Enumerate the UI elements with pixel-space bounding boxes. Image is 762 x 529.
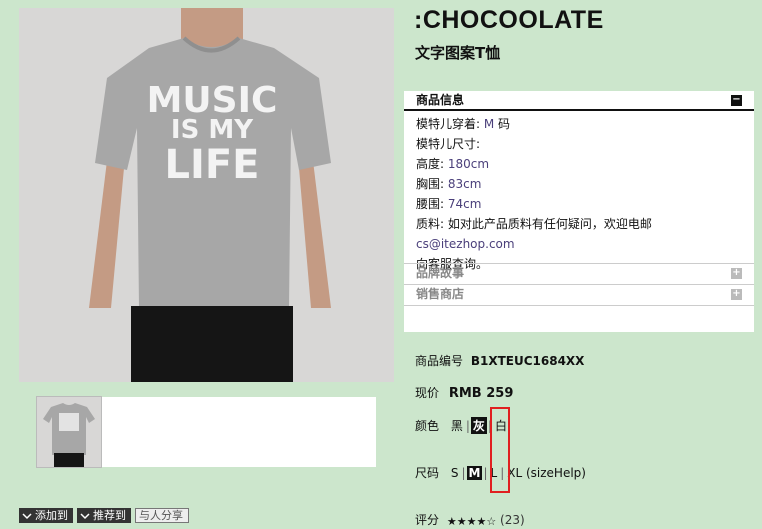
product-main-image[interactable]: MUSIC IS MY LIFE — [19, 8, 394, 382]
shirt-print-line-2: IS MY — [171, 115, 254, 145]
share-button[interactable]: 与人分享 — [135, 508, 189, 523]
product-photo-illustration: MUSIC IS MY LIFE — [19, 8, 394, 382]
chevron-down-icon — [80, 512, 90, 519]
rating-stars: ★ ★ ★ ★ ☆ — [447, 516, 496, 527]
star-empty-icon: ☆ — [486, 515, 497, 528]
sku-label: 商品编号 — [415, 354, 464, 368]
info-line-height: 高度: 180cm — [416, 157, 490, 171]
color-option-grey[interactable]: 灰 — [470, 417, 487, 434]
rating-row: 评分 ★ ★ ★ ★ ☆ (23) — [415, 511, 525, 528]
info-line-model-wearing: 模特儿穿着: M 码 — [416, 117, 511, 131]
stores-section[interactable]: 销售商店 + — [404, 284, 754, 306]
thumbnail-strip — [36, 396, 376, 468]
info-line-material: 质料: 如对此产品质料有任何疑问，欢迎电邮cs@itezhop.com — [416, 217, 652, 251]
product-subtitle: 文字图案T恤 — [415, 44, 501, 62]
add-to-button[interactable]: 添加到 — [19, 508, 73, 523]
collapse-icon[interactable]: − — [731, 95, 742, 106]
expand-icon[interactable]: + — [731, 268, 742, 279]
stores-title: 销售商店 — [416, 287, 465, 301]
thumbnail-image[interactable] — [36, 396, 102, 468]
shirt-print-line-3: LIFE — [164, 142, 259, 188]
add-to-label: 添加到 — [35, 509, 68, 522]
color-label: 颜色 — [415, 419, 440, 433]
price-value: RMB 259 — [448, 386, 514, 401]
info-section-header[interactable]: 商品信息 − — [404, 91, 754, 111]
size-option-m[interactable]: M — [466, 466, 483, 480]
recommend-label: 推荐到 — [93, 509, 126, 522]
size-option-s[interactable]: S — [449, 466, 461, 480]
product-info-panel: 商品信息 − 模特儿穿着: M 码 模特儿尺寸: 高度: 180cm 胸围: 8… — [404, 91, 754, 332]
share-actions: 添加到 推荐到 与人分享 — [19, 508, 189, 524]
info-section-body: 模特儿穿着: M 码 模特儿尺寸: 高度: 180cm 胸围: 83cm 腰围:… — [404, 111, 754, 274]
chevron-down-icon — [22, 512, 32, 519]
star-filled-icon: ★ — [446, 515, 457, 528]
recommend-button[interactable]: 推荐到 — [77, 508, 131, 523]
info-line-waist: 腰围: 74cm — [416, 197, 482, 211]
contact-email-link[interactable]: cs@itezhop.com — [416, 237, 515, 251]
info-line-model-size: 模特儿尺寸: — [416, 137, 481, 151]
sku-row: 商品编号 B1XTEUC1684XX — [415, 352, 584, 369]
share-label: 与人分享 — [139, 509, 183, 522]
brand-story-section[interactable]: 品牌故事 + — [404, 263, 754, 284]
rating-label: 评分 — [415, 513, 440, 527]
star-filled-icon: ★ — [476, 515, 487, 528]
color-option-black[interactable]: 黑 — [449, 417, 465, 434]
size-label: 尺码 — [415, 466, 440, 480]
star-filled-icon: ★ — [456, 515, 467, 528]
brand-title: :CHOCOOLATE — [414, 6, 604, 34]
info-section-title: 商品信息 — [416, 93, 465, 107]
sku-value: B1XTEUC1684XX — [470, 354, 585, 368]
highlight-box — [490, 407, 510, 493]
rating-count[interactable]: (23) — [500, 513, 525, 527]
price-row: 现价 RMB 259 — [415, 384, 513, 401]
size-option-xl[interactable]: XL (sizeHelp) — [505, 466, 588, 480]
price-label: 现价 — [415, 386, 440, 400]
star-filled-icon: ★ — [466, 515, 477, 528]
info-line-chest: 胸围: 83cm — [416, 177, 482, 191]
expand-icon[interactable]: + — [731, 289, 742, 300]
brand-story-title: 品牌故事 — [416, 266, 465, 280]
